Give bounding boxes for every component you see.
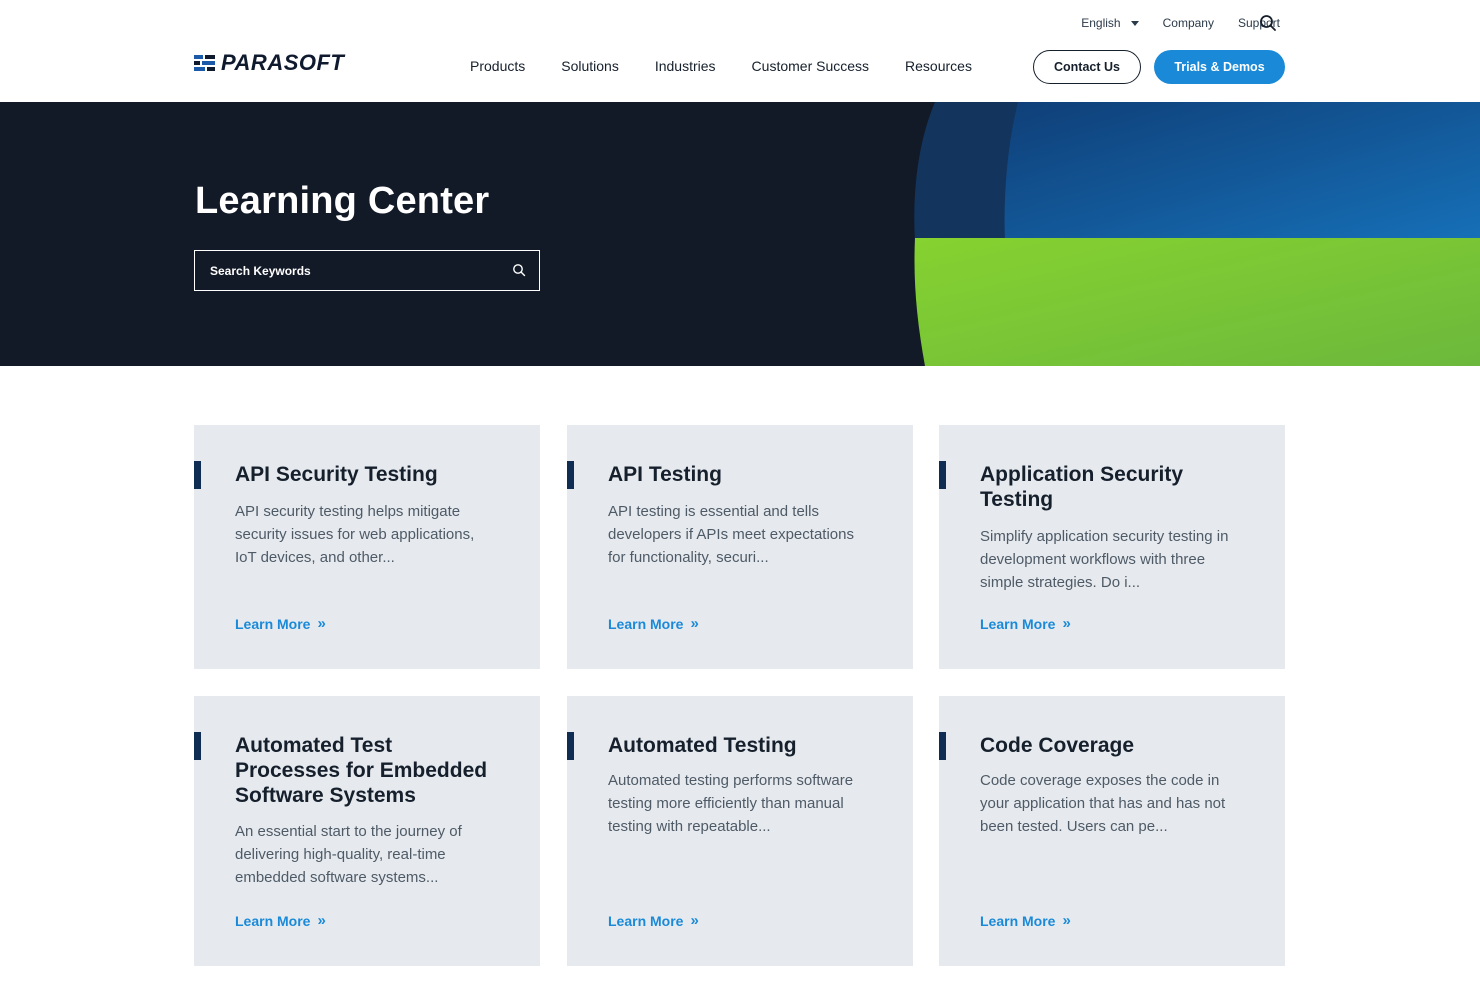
double-chevron-right-icon: » [690,615,698,632]
parasoft-logo-icon [194,55,215,71]
company-link[interactable]: Company [1163,16,1214,30]
learn-more-link[interactable]: Learn More » [980,912,1071,929]
card-description: An essential start to the journey of del… [235,823,462,886]
language-label: English [1081,16,1121,30]
search-icon[interactable] [1259,14,1277,32]
hero-banner: Learning Center Search Keywords [0,102,1480,366]
card-automated-testing[interactable]: Automated Testing Automated testing perf… [567,696,913,966]
learn-more-link[interactable]: Learn More » [235,615,326,632]
card-api-security-testing[interactable]: API Security Testing API security testin… [194,425,540,669]
card-title[interactable]: Code Coverage [980,733,1260,758]
learn-more-label: Learn More [980,615,1056,632]
card-accent-bar [939,461,946,489]
learn-more-label: Learn More [980,912,1056,929]
learn-more-link[interactable]: Learn More » [608,615,699,632]
chevron-down-icon [1130,20,1139,26]
double-chevron-right-icon: » [690,912,698,929]
card-description: Simplify application security testing in… [980,528,1229,591]
card-automated-test-processes-embedded[interactable]: Automated Test Processes for Embedded So… [194,696,540,966]
card-description: Code coverage exposes the code in your a… [980,772,1226,835]
learn-more-link[interactable]: Learn More » [608,912,699,929]
card-application-security-testing[interactable]: Application Security Testing Simplify ap… [939,425,1285,669]
logo-text: PARASOFT [221,50,345,75]
card-description: API security testing helps mitigate secu… [235,503,475,566]
site-header: PARASOFT English Company Support Product… [0,0,1480,102]
double-chevron-right-icon: » [1062,912,1070,929]
learn-more-label: Learn More [235,615,311,632]
nav-item-products[interactable]: Products [470,58,525,74]
contact-us-button[interactable]: Contact Us [1033,50,1141,84]
card-code-coverage[interactable]: Code Coverage Code coverage exposes the … [939,696,1285,966]
card-title[interactable]: API Security Testing [235,462,515,487]
nav-item-industries[interactable]: Industries [655,58,716,74]
card-accent-bar [939,732,946,760]
learn-more-link[interactable]: Learn More » [980,615,1071,632]
hero-decoration [914,102,1480,366]
double-chevron-right-icon: » [317,615,325,632]
utility-nav: English Company Support [1081,16,1280,30]
search-input[interactable]: Search Keywords [194,250,540,291]
learn-more-label: Learn More [608,615,684,632]
card-accent-bar [194,732,201,760]
learn-more-label: Learn More [608,912,684,929]
main-nav: Products Solutions Industries Customer S… [470,58,972,74]
learn-more-label: Learn More [235,912,311,929]
card-description: API testing is essential and tells devel… [608,503,854,566]
double-chevron-right-icon: » [317,912,325,929]
parasoft-logo[interactable]: PARASOFT [194,50,344,76]
nav-item-solutions[interactable]: Solutions [561,58,619,74]
card-title[interactable]: API Testing [608,462,888,487]
trials-demos-button[interactable]: Trials & Demos [1154,50,1285,84]
card-accent-bar [567,461,574,489]
search-placeholder: Search Keywords [210,263,311,278]
nav-item-resources[interactable]: Resources [905,58,972,74]
double-chevron-right-icon: » [1062,615,1070,632]
learn-more-link[interactable]: Learn More » [235,912,326,929]
card-title[interactable]: Automated Testing [608,733,888,758]
card-accent-bar [567,732,574,760]
card-description: Automated testing performs software test… [608,772,854,835]
language-selector[interactable]: English [1081,16,1139,30]
search-icon[interactable] [512,263,526,277]
card-accent-bar [194,461,201,489]
card-title[interactable]: Application Security Testing [980,462,1220,512]
card-api-testing[interactable]: API Testing API testing is essential and… [567,425,913,669]
nav-item-customer-success[interactable]: Customer Success [752,58,869,74]
card-title[interactable]: Automated Test Processes for Embedded So… [235,733,497,808]
page-title: Learning Center [195,180,490,222]
